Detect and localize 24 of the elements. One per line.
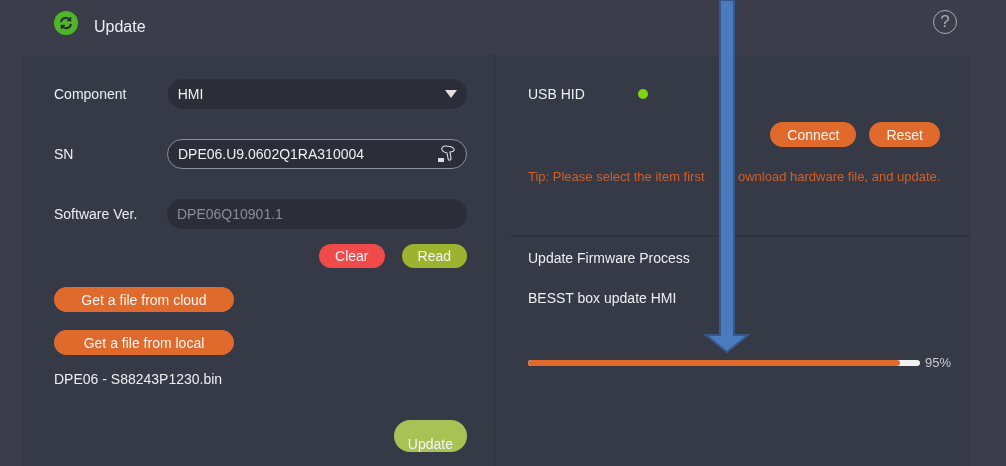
tip-text: Tip: Please select the item first (528, 169, 706, 184)
component-dropdown[interactable]: HMI (167, 79, 467, 109)
tip-text: ownload hardware file, and update. (738, 169, 941, 184)
task-label: BESST box update HMI (528, 290, 678, 306)
field-label: Component (54, 86, 128, 102)
field-label: Software Ver. (54, 206, 139, 222)
read-button[interactable]: Read (401, 244, 467, 268)
section-title: Update Firmware Process (528, 250, 691, 266)
software-version-field[interactable]: DPE06Q10901.1 (167, 199, 467, 229)
scanner-icon[interactable] (437, 144, 457, 164)
connect-button[interactable]: Connect (770, 122, 857, 147)
field-label: SN (54, 146, 75, 162)
clear-button[interactable]: Clear (319, 244, 385, 268)
sn-field[interactable]: DPE06.U9.0602Q1RA310004 (167, 139, 467, 169)
refresh-icon (54, 10, 78, 35)
progress-reading: 95% (925, 355, 952, 370)
get-file-button[interactable]: Get a file from local (54, 330, 234, 355)
page-title: Update (94, 17, 146, 36)
caret-icon (445, 90, 457, 98)
file-name: DPE06 - S88243P1230.bin (54, 371, 224, 387)
reset-button[interactable]: Reset (869, 122, 940, 147)
get-file-button[interactable]: Get a file from cloud (54, 287, 234, 312)
update-button[interactable]: Update (393, 420, 467, 452)
connection-label: USB HID (528, 86, 585, 102)
